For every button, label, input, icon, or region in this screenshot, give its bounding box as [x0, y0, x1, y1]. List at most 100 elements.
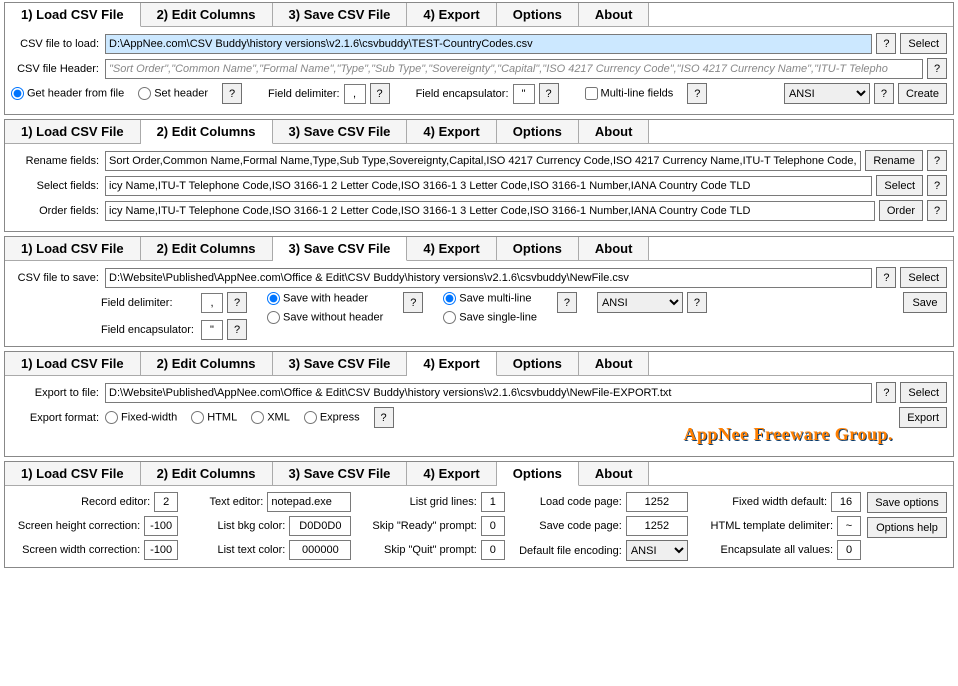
fmt-xml-label[interactable]: XML — [251, 411, 290, 424]
skip-quit-input[interactable] — [481, 540, 505, 560]
tab-options[interactable]: Options — [497, 462, 579, 486]
tab-edit[interactable]: 2) Edit Columns — [141, 352, 273, 375]
help-save-ml[interactable]: ? — [557, 292, 577, 313]
save-without-header-label[interactable]: Save without header — [267, 311, 383, 324]
tab-about[interactable]: About — [579, 120, 650, 143]
tab-save[interactable]: 3) Save CSV File — [273, 462, 408, 485]
tab-edit[interactable]: 2) Edit Columns — [141, 120, 273, 144]
tab-edit[interactable]: 2) Edit Columns — [141, 3, 273, 26]
fmt-fixed-radio[interactable] — [105, 411, 118, 424]
create-button[interactable]: Create — [898, 83, 947, 104]
help-save-file[interactable]: ? — [876, 267, 896, 288]
help-header-mode[interactable]: ? — [222, 83, 242, 104]
tab-export[interactable]: 4) Export — [407, 237, 496, 260]
get-header-radio-label[interactable]: Get header from file — [11, 87, 124, 100]
screen-h-input[interactable] — [144, 516, 178, 536]
select-export-file-button[interactable]: Select — [900, 382, 947, 403]
text-editor-input[interactable] — [267, 492, 351, 512]
fmt-xml-radio[interactable] — [251, 411, 264, 424]
tab-options[interactable]: Options — [497, 237, 579, 260]
save-without-header-radio[interactable] — [267, 311, 280, 324]
multiline-checkbox[interactable] — [585, 87, 598, 100]
set-header-radio-label[interactable]: Set header — [138, 87, 208, 100]
csv-file-header-input[interactable] — [105, 59, 923, 79]
save-options-button[interactable]: Save options — [867, 492, 947, 513]
help-encoding[interactable]: ? — [874, 83, 894, 104]
csv-file-to-save-input[interactable] — [105, 268, 872, 288]
tab-options[interactable]: Options — [497, 120, 579, 143]
help-save-encap[interactable]: ? — [227, 319, 247, 340]
list-text-input[interactable] — [289, 540, 351, 560]
csv-file-to-load-input[interactable] — [105, 34, 872, 54]
tab-about[interactable]: About — [579, 462, 650, 485]
tab-save[interactable]: 3) Save CSV File — [273, 352, 408, 375]
help-order[interactable]: ? — [927, 200, 947, 221]
encap-all-input[interactable] — [837, 540, 861, 560]
tab-load[interactable]: 1) Load CSV File — [5, 3, 141, 27]
select-save-file-button[interactable]: Select — [900, 267, 947, 288]
help-rename[interactable]: ? — [927, 150, 947, 171]
export-button[interactable]: Export — [899, 407, 947, 428]
save-singleline-label[interactable]: Save single-line — [443, 311, 537, 324]
help-header[interactable]: ? — [927, 58, 947, 79]
fmt-fixed-label[interactable]: Fixed-width — [105, 411, 177, 424]
save-with-header-radio[interactable] — [267, 292, 280, 305]
save-delim-input[interactable] — [201, 293, 223, 313]
save-button[interactable]: Save — [903, 292, 947, 313]
default-enc-select[interactable]: ANSI — [626, 540, 688, 561]
tab-about[interactable]: About — [579, 352, 650, 375]
encoding-select[interactable]: ANSI — [784, 83, 870, 104]
save-with-header-label[interactable]: Save with header — [267, 292, 383, 305]
help-select[interactable]: ? — [927, 175, 947, 196]
save-multiline-radio[interactable] — [443, 292, 456, 305]
help-multiline[interactable]: ? — [687, 83, 707, 104]
tab-options[interactable]: Options — [497, 3, 579, 26]
help-load-file[interactable]: ? — [876, 33, 896, 54]
tab-export[interactable]: 4) Export — [407, 352, 496, 376]
export-to-file-input[interactable] — [105, 383, 872, 403]
tab-export[interactable]: 4) Export — [407, 462, 496, 485]
tab-about[interactable]: About — [579, 237, 650, 260]
tab-options[interactable]: Options — [497, 352, 579, 375]
multiline-checkbox-label[interactable]: Multi-line fields — [585, 87, 674, 100]
list-bkg-input[interactable] — [289, 516, 351, 536]
load-cp-input[interactable] — [626, 492, 688, 512]
tab-load[interactable]: 1) Load CSV File — [5, 352, 141, 375]
tab-export[interactable]: 4) Export — [407, 3, 496, 26]
tab-load[interactable]: 1) Load CSV File — [5, 120, 141, 143]
tab-edit[interactable]: 2) Edit Columns — [141, 462, 273, 485]
get-header-radio[interactable] — [11, 87, 24, 100]
help-export-file[interactable]: ? — [876, 382, 896, 403]
save-singleline-radio[interactable] — [443, 311, 456, 324]
fmt-html-label[interactable]: HTML — [191, 411, 237, 424]
select-load-file-button[interactable]: Select — [900, 33, 947, 54]
select-fields-button[interactable]: Select — [876, 175, 923, 196]
fixed-w-input[interactable] — [831, 492, 861, 512]
record-editor-input[interactable] — [154, 492, 178, 512]
tab-load[interactable]: 1) Load CSV File — [5, 462, 141, 485]
tab-about[interactable]: About — [579, 3, 650, 26]
rename-button[interactable]: Rename — [865, 150, 923, 171]
order-button[interactable]: Order — [879, 200, 923, 221]
save-encap-input[interactable] — [201, 320, 223, 340]
tab-load[interactable]: 1) Load CSV File — [5, 237, 141, 260]
help-encap[interactable]: ? — [539, 83, 559, 104]
save-cp-input[interactable] — [626, 516, 688, 536]
help-save-delim[interactable]: ? — [227, 292, 247, 313]
help-delim[interactable]: ? — [370, 83, 390, 104]
screen-w-input[interactable] — [144, 540, 178, 560]
select-fields-input[interactable] — [105, 176, 872, 196]
set-header-radio[interactable] — [138, 87, 151, 100]
fmt-express-label[interactable]: Express — [304, 411, 360, 424]
field-encapsulator-input[interactable] — [513, 84, 535, 104]
help-export-format[interactable]: ? — [374, 407, 394, 428]
fmt-html-radio[interactable] — [191, 411, 204, 424]
tab-save[interactable]: 3) Save CSV File — [273, 237, 408, 261]
rename-fields-input[interactable] — [105, 151, 861, 171]
tab-edit[interactable]: 2) Edit Columns — [141, 237, 273, 260]
tab-save[interactable]: 3) Save CSV File — [273, 3, 408, 26]
html-delim-input[interactable] — [837, 516, 861, 536]
save-multiline-label[interactable]: Save multi-line — [443, 292, 537, 305]
skip-ready-input[interactable] — [481, 516, 505, 536]
fmt-express-radio[interactable] — [304, 411, 317, 424]
